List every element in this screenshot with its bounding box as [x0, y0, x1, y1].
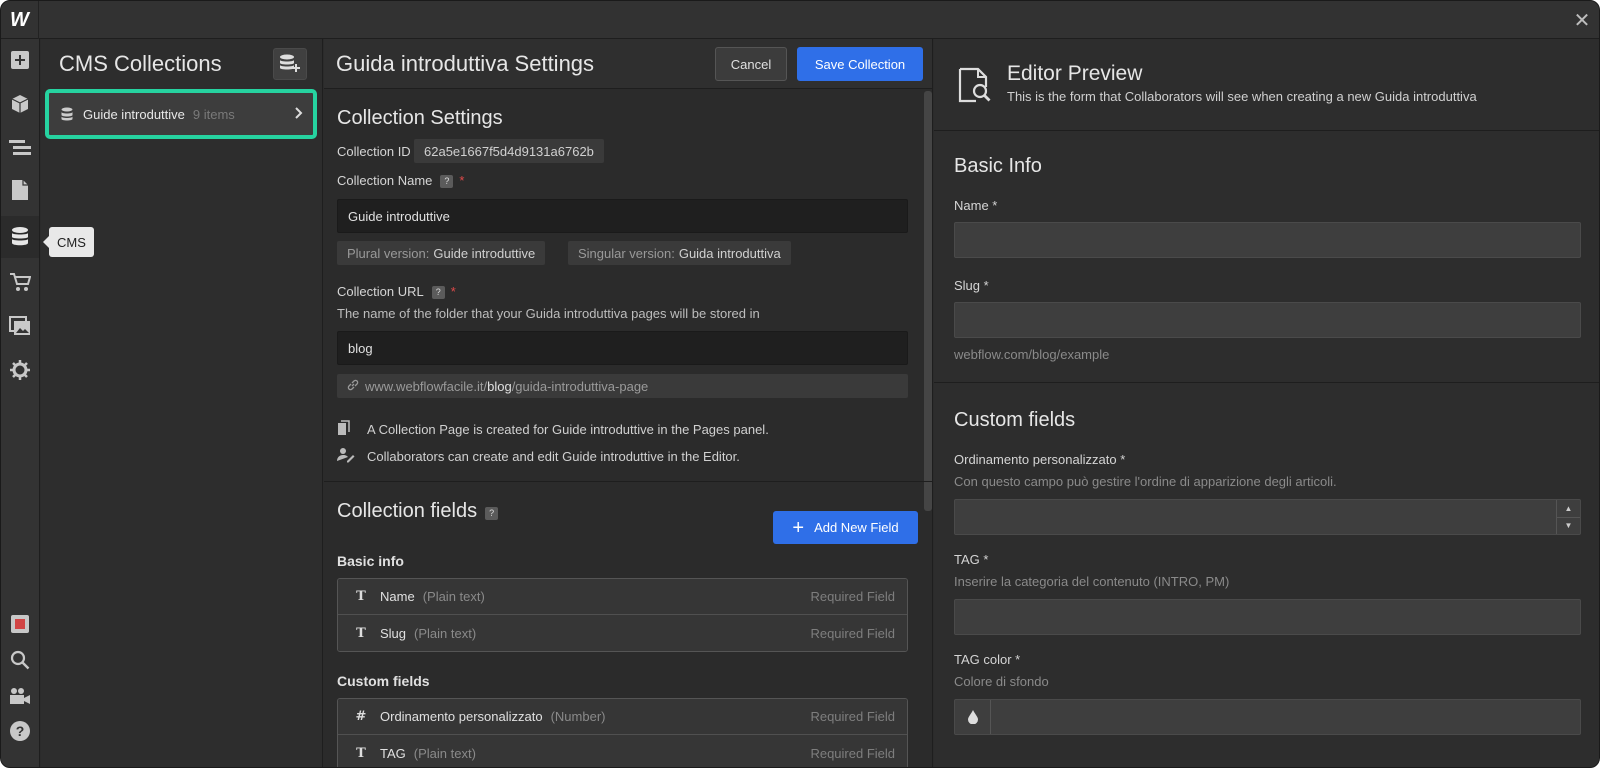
slug-label: Slug *: [954, 278, 989, 293]
slug-hint: webflow.com/blog/example: [954, 347, 1110, 362]
cancel-button[interactable]: Cancel: [715, 47, 787, 81]
pages-copy-icon: [337, 420, 355, 439]
basic-info-heading: Basic Info: [954, 155, 1042, 177]
plus-icon: +: [792, 516, 805, 539]
settings-gear-icon[interactable]: [1, 349, 39, 391]
close-icon[interactable]: ✕: [1563, 1, 1599, 39]
tag-hint: Inserire la categoria del contenuto (INT…: [954, 574, 1230, 589]
tag-color-label: TAG color *: [954, 652, 1021, 667]
number-stepper[interactable]: ▲ ▼: [1556, 500, 1580, 534]
collection-fields-title: Collection fields?: [337, 500, 499, 523]
document-search-icon: [958, 67, 992, 106]
editor-preview-panel: Editor Preview This is the form that Col…: [934, 39, 1599, 767]
ecommerce-cart-icon[interactable]: [1, 261, 39, 303]
top-bar: W ✕: [1, 1, 1599, 39]
field-row-ordinamento[interactable]: # Ordinamento personalizzato (Number) Re…: [338, 699, 907, 735]
basic-info-title: Basic info: [337, 553, 404, 569]
webflow-logo[interactable]: W: [1, 1, 39, 39]
settings-title: Guida introduttiva Settings: [336, 51, 595, 76]
name-label: Name *: [954, 198, 998, 213]
custom-fields-list: # Ordinamento personalizzato (Number) Re…: [337, 698, 908, 767]
editor-preview-header: Editor Preview This is the form that Col…: [934, 39, 1599, 131]
stepper-up-icon[interactable]: ▲: [1557, 500, 1580, 518]
collection-url-preview: www.webflowfacile.it/blog/guida-introdut…: [337, 374, 908, 398]
field-row-slug[interactable]: T Slug (Plain text) Required Field: [338, 615, 907, 651]
assets-icon[interactable]: [1, 305, 39, 347]
editor-preview-subtitle: This is the form that Collaborators will…: [1007, 89, 1477, 104]
svg-text:?: ?: [16, 723, 25, 739]
divider: [324, 481, 932, 482]
chevron-right-icon: [295, 106, 303, 122]
scrollbar[interactable]: [924, 91, 932, 511]
stepper-down-icon[interactable]: ▼: [1557, 518, 1580, 535]
add-collection-button[interactable]: [273, 48, 307, 80]
help-icon[interactable]: ?: [1, 710, 39, 752]
field-row-name[interactable]: T Name (Plain text) Required Field: [338, 579, 907, 615]
pages-icon[interactable]: [1, 169, 39, 211]
tag-label: TAG *: [954, 552, 989, 567]
collection-id-value: 62a5e1667f5d4d9131a6762b: [414, 139, 604, 163]
collection-name-input[interactable]: Guide introduttive: [337, 199, 908, 233]
collection-url-input[interactable]: blog: [337, 331, 908, 365]
color-drop-icon[interactable]: [955, 700, 991, 734]
ordinamento-label: Ordinamento personalizzato *: [954, 452, 1126, 467]
field-row-tag[interactable]: T TAG (Plain text) Required Field: [338, 735, 907, 767]
user-edit-icon: [337, 447, 355, 466]
left-tool-rail: ?: [1, 39, 40, 767]
navigator-icon[interactable]: [1, 127, 39, 169]
cms-collections-panel: CMS Collections Guide introduttive 9 ite…: [41, 39, 323, 767]
divider: [934, 382, 1599, 383]
help-icon[interactable]: ?: [485, 506, 499, 520]
editor-preview-title: Editor Preview: [1007, 62, 1143, 85]
collection-item[interactable]: Guide introduttive 9 items: [45, 89, 317, 139]
cms-tooltip: CMS: [43, 227, 94, 257]
custom-fields-heading: Custom fields: [954, 409, 1076, 431]
add-database-icon: [280, 54, 300, 72]
name-field[interactable]: [954, 222, 1581, 258]
custom-fields-title: Custom fields: [337, 673, 430, 689]
text-type-icon: T: [356, 589, 366, 604]
singular-version-chip: Singular version: Guida introduttiva: [568, 241, 791, 265]
section-title: Collection Settings: [337, 107, 503, 129]
cube-icon[interactable]: [1, 83, 39, 125]
editor-note: Collaborators can create and edit Guide …: [337, 447, 740, 466]
help-icon[interactable]: ?: [431, 285, 445, 299]
collection-url-help: The name of the folder that your Guida i…: [337, 306, 760, 321]
collection-url-label: Collection URL? *: [337, 284, 456, 299]
tag-color-hint: Colore di sfondo: [954, 674, 1049, 689]
collection-count: 9 items: [192, 106, 235, 122]
text-type-icon: T: [356, 745, 366, 761]
basic-fields-list: T Name (Plain text) Required Field T Slu…: [337, 578, 908, 652]
text-type-icon: T: [356, 625, 366, 641]
database-icon: [61, 107, 73, 121]
tag-field[interactable]: [954, 599, 1581, 635]
panel-title: CMS Collections: [59, 51, 222, 76]
cms-database-icon[interactable]: [1, 216, 39, 258]
save-collection-button[interactable]: Save Collection: [797, 47, 923, 81]
tag-color-field[interactable]: [954, 699, 1581, 735]
ordinamento-number-field[interactable]: ▲ ▼: [954, 499, 1581, 535]
collection-settings-panel: Guida introduttiva Settings Cancel Save …: [324, 39, 933, 767]
collection-name-label: Collection Name? *: [337, 173, 465, 188]
add-icon[interactable]: [1, 39, 39, 81]
number-type-icon: #: [355, 709, 367, 724]
settings-header: Guida introduttiva Settings Cancel Save …: [324, 39, 932, 89]
help-icon[interactable]: ?: [440, 174, 454, 188]
pages-note: A Collection Page is created for Guide i…: [337, 420, 769, 439]
app-window: W ✕ ? CMS CMS Collections Guide introdut…: [0, 0, 1600, 768]
slug-field[interactable]: [954, 302, 1581, 338]
ordinamento-hint: Con questo campo può gestire l'ordine di…: [954, 474, 1337, 489]
link-icon: [347, 379, 359, 394]
add-new-field-button[interactable]: + Add New Field: [773, 511, 918, 544]
collection-id-label: Collection ID: [337, 144, 411, 159]
plural-version-chip: Plural version: Guide introduttive: [337, 241, 546, 265]
collection-name: Guide introduttive: [83, 106, 185, 122]
